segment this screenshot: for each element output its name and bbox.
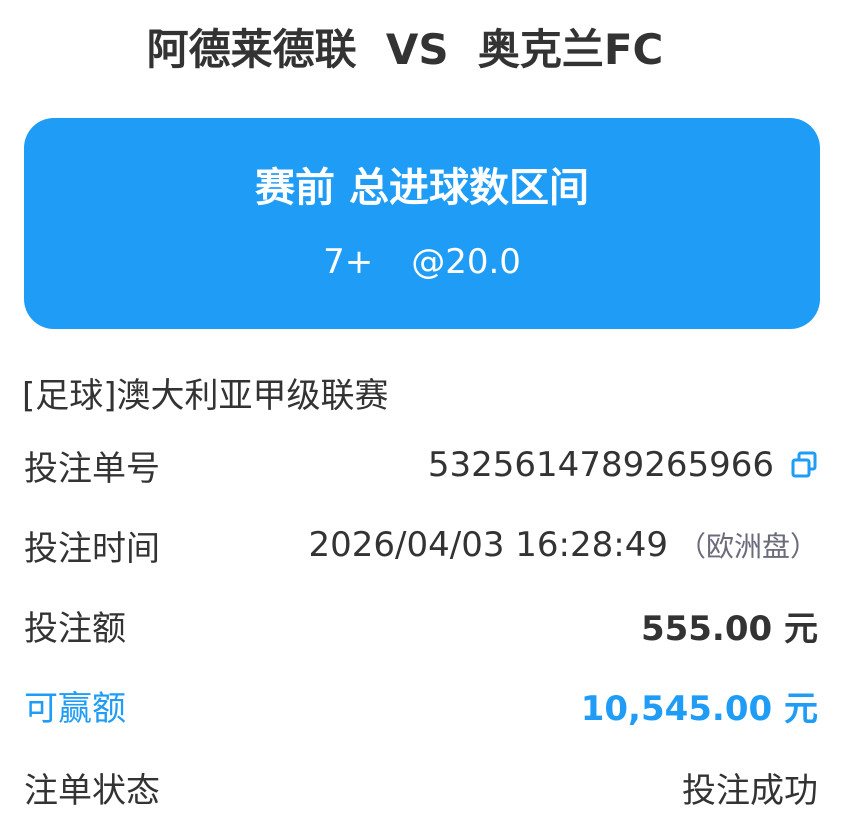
- copy-icon[interactable]: [790, 450, 818, 480]
- order-number-value: 5325614789265966: [427, 445, 774, 485]
- league-name: [足球]澳大利亚甲级联赛: [22, 376, 389, 416]
- stake-value: 555.00 元: [640, 608, 818, 649]
- bet-time-value-group: 2026/04/03 16:28:49 （欧洲盘）: [309, 525, 819, 565]
- bet-odds: @20.0: [411, 242, 521, 282]
- order-number-row: 投注单号 5325614789265966: [24, 438, 818, 492]
- stake-label: 投注额: [24, 608, 126, 649]
- odds-type: （欧洲盘）: [677, 530, 818, 563]
- order-number-label: 投注单号: [24, 448, 160, 489]
- bet-card: [24, 118, 820, 329]
- bet-selection-line: 7+ @20.0: [0, 240, 844, 284]
- bet-status-row: 注单状态 投注成功: [24, 760, 818, 814]
- bet-status-label: 注单状态: [24, 770, 160, 811]
- bet-time-label: 投注时间: [24, 528, 160, 569]
- potential-win-label: 可赢额: [24, 688, 126, 729]
- bet-status-value: 投注成功: [682, 770, 818, 811]
- bet-selection: 7+: [323, 242, 374, 282]
- potential-win-value: 10,545.00 元: [580, 688, 818, 729]
- stake-row: 投注额 555.00 元: [24, 598, 818, 652]
- potential-win-row: 可赢额 10,545.00 元: [24, 678, 818, 732]
- bet-time-value: 2026/04/03 16:28:49: [308, 525, 668, 565]
- order-number-value-group: 5325614789265966: [428, 445, 818, 485]
- match-title: 阿德莱德联 VS 奥克兰FC: [146, 25, 664, 74]
- bet-market-title: 赛前 总进球数区间: [255, 165, 589, 211]
- bet-time-row: 投注时间 2026/04/03 16:28:49 （欧洲盘）: [24, 518, 818, 572]
